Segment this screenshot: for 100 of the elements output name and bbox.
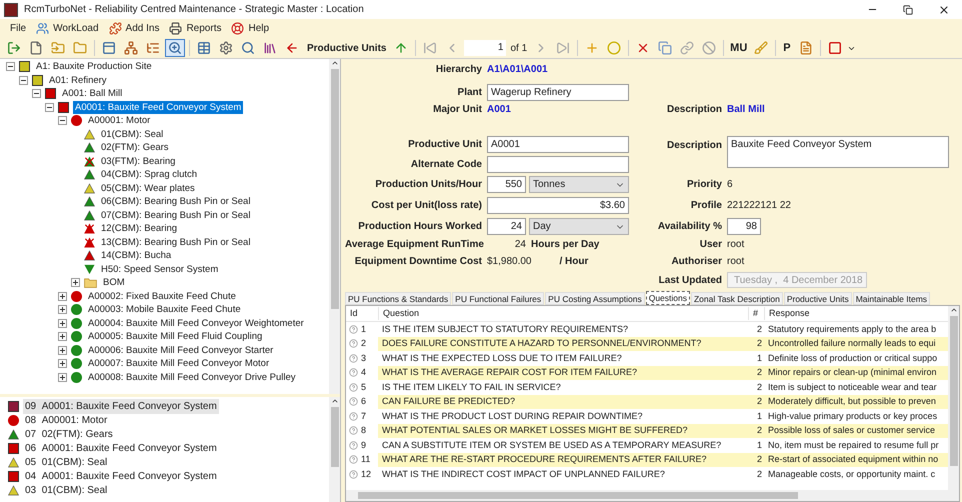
unit-dropdown[interactable]: Tonnes [529,176,629,193]
runtime-unit: Hours per Day [531,238,600,251]
expander-toggle[interactable] [58,318,67,328]
history-item[interactable]: 08 A00001: Motor [23,412,110,428]
scrollbar[interactable] [329,397,340,502]
tree-item[interactable]: 02(FTM): Gears [99,141,171,154]
table-cell-text: Minor repairs or clean-up (minimal environ [767,366,938,379]
p-button[interactable]: P [780,40,794,56]
tree-item[interactable]: A00006: Bauxite Mill Feed Conveyor Starter [86,344,276,357]
history-item[interactable]: 05 01(CBM): Seal [23,454,110,470]
alternate-code-field[interactable] [487,156,629,173]
scroll-up-icon[interactable] [330,397,338,405]
field-label: Alternate Code [410,158,482,171]
unit-dropdown[interactable]: Day [529,218,629,235]
expander-toggle[interactable] [32,89,41,98]
expander-toggle[interactable] [58,372,67,382]
tree-item[interactable]: A00001: Motor [86,114,152,128]
tab[interactable]: Maintainable Items [852,292,930,305]
menu-item[interactable]: Reports [169,21,222,36]
tree-item[interactable]: A00007: Bauxite Mill Feed Conveyor Motor [86,357,272,370]
expander-toggle[interactable] [58,116,67,126]
close-icon[interactable] [938,4,950,16]
restore-icon[interactable] [903,4,913,14]
tree-item[interactable]: A001: Ball Mill [60,87,124,100]
menu-item[interactable]: WorkLoad [36,21,99,36]
menu-item[interactable]: Add Ins [108,21,160,36]
tab[interactable]: Zonal Task Description [690,292,783,305]
table-cell-text: 2 [361,337,366,350]
tree-item[interactable]: 03(FTM): Bearing [99,154,178,168]
scrollbar[interactable] [948,306,959,490]
expander-toggle[interactable] [71,278,80,288]
field-label: Major Unit [432,103,482,116]
tree-item[interactable]: A00005: Bauxite Mill Feed Fluid Coupling [86,330,264,344]
history-item[interactable]: 03 01(CBM): Seal [23,482,110,498]
tab[interactable]: Questions [646,291,690,305]
question-icon [349,440,358,450]
tree-item[interactable]: 13(CBM): Bearing Bush Pin or Seal [99,236,252,249]
downtime-cost-value: $1,980.00 [487,255,532,268]
scrollbar[interactable] [329,59,340,394]
tree-item[interactable]: 07(CBM): Bearing Bush Pin or Seal [99,208,252,222]
question-icon [349,397,358,406]
field-label: Average Equipment RunTime [345,238,482,251]
tab[interactable]: Productive Units [784,292,852,305]
column-header[interactable]: Id [346,306,378,320]
field-label: Productive Unit [407,138,482,151]
tree-item[interactable]: 05(CBM): Wear plates [99,182,197,195]
expander-toggle[interactable] [58,305,67,314]
tree-item[interactable]: BOM [101,276,127,290]
tree-item[interactable]: A0001: Bauxite Feed Conveyor System [73,100,244,114]
history-item[interactable]: 04 A0001: Bauxite Feed Conveyor System [23,468,219,484]
major-unit-value: A001 [487,103,512,116]
tree-item[interactable]: 04(CBM): Sprag clutch [99,168,200,182]
tree-item[interactable]: 12(CBM): Bearing [99,222,180,236]
scroll-up-icon[interactable] [950,306,958,314]
expander-toggle[interactable] [19,76,28,85]
cost-per-unit-field[interactable]: $3.60 [487,197,629,214]
tree-item[interactable]: A01: Refinery [47,74,109,87]
menu-item[interactable]: Help [231,21,270,36]
tree-item[interactable]: 14(CBM): Bucha [99,249,174,262]
availability-field[interactable]: 98 [727,218,761,235]
tree-item[interactable]: A00008: Bauxite Mill Feed Conveyor Drive Pulley [86,370,298,384]
history-item[interactable]: 09 A0001: Bauxite Feed Conveyor System [23,398,219,414]
hours-worked-field[interactable]: 24 [487,218,526,235]
tree-item[interactable]: A00002: Fixed Bauxite Feed Chute [86,290,238,303]
horizontal-scrollbar[interactable] [346,490,959,501]
tree-item[interactable]: 06(CBM): Bearing Bush Pin or Seal [99,195,252,208]
table-cell-text: CAN FAILURE BE PREDICTED? [381,395,516,408]
expander-toggle[interactable] [58,359,67,368]
column-header[interactable]: Question [378,306,748,320]
productive-unit-field[interactable]: A0001 [487,136,629,153]
history-item[interactable]: 06 A0001: Bauxite Feed Conveyor System [23,440,219,456]
tab[interactable]: PU Functional Failures [452,292,544,305]
plant-field[interactable]: Wagerup Refinery [487,84,629,101]
page-field[interactable]: 1 [464,40,506,56]
field-label: Authoriser [670,255,722,268]
tree-item[interactable]: A00003: Mobile Bauxite Feed Chute [86,303,243,316]
table-cell-text: 11 [361,453,370,466]
field-label: Availability % [656,220,722,233]
expander-toggle[interactable] [58,346,67,355]
tree-item[interactable]: H50: Speed Sensor System [99,262,220,276]
table-cell-text: 3 [361,352,366,364]
description-field[interactable]: Bauxite Feed Conveyor System [727,136,949,168]
tab[interactable]: PU Costing Assumptions [545,292,645,305]
expander-toggle[interactable] [58,332,67,342]
table-cell-text: WHAT ARE THE RE-START PROCEDURE REQUIREMENTS AFTER FAILURE? [381,453,708,466]
tree-item[interactable]: A1: Bauxite Production Site [34,60,154,74]
question-icon [349,412,358,421]
tree-item[interactable]: A00004: Bauxite Mill Feed Conveyor Weightometer [86,316,306,330]
tab[interactable]: PU Functions & Standards [345,292,452,305]
expander-toggle[interactable] [6,62,15,72]
scroll-up-icon[interactable] [330,59,338,67]
menu-item[interactable]: File [10,21,26,36]
units-field[interactable]: 550 [487,176,526,193]
history-item[interactable]: 07 02(FTM): Gears [23,426,115,442]
mu-button[interactable]: MU [728,40,750,56]
zoom-icon[interactable] [165,39,185,57]
expander-toggle[interactable] [45,102,54,112]
tree-item[interactable]: 01(CBM): Seal [99,128,166,141]
column-header[interactable]: # [748,306,764,320]
expander-toggle[interactable] [58,292,67,301]
